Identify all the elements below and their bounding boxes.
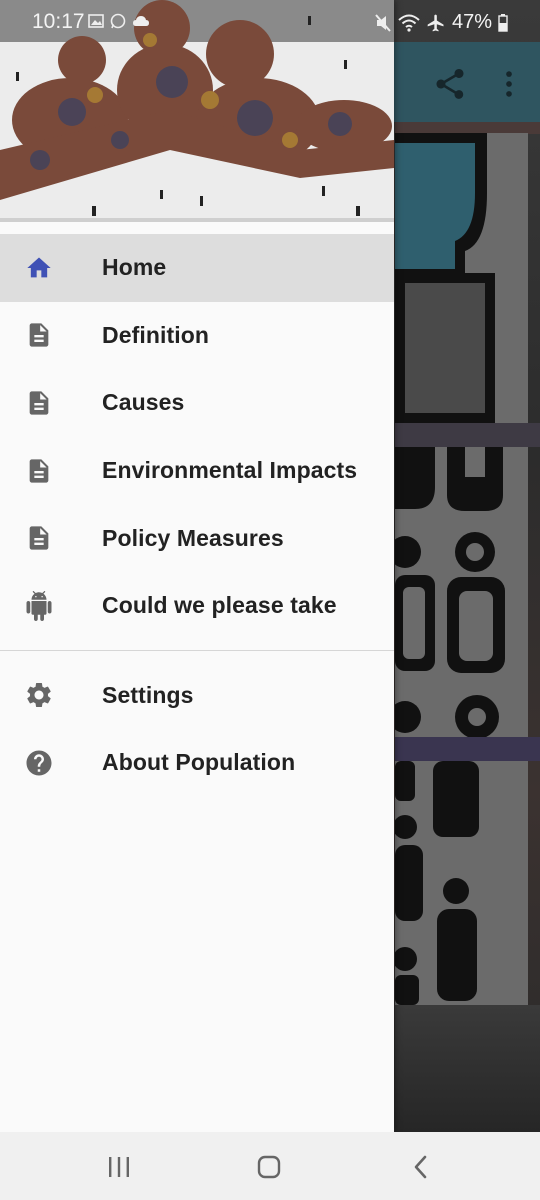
background-photo-strip (395, 1005, 540, 1132)
airplane-icon (426, 13, 446, 33)
back-button[interactable] (406, 1152, 436, 1182)
mute-icon (374, 13, 392, 33)
battery-level: 47% (451, 11, 492, 33)
nav-item-could-we-please-take[interactable]: Could we please take (0, 572, 394, 640)
whatsapp-icon (110, 13, 126, 29)
nav-item-environmental-impacts[interactable]: Environmental Impacts (0, 437, 394, 505)
nav-item-label: Settings (102, 681, 194, 708)
system-navigation-bar (0, 1132, 540, 1200)
nav-item-settings[interactable]: Settings (0, 662, 394, 730)
nav-item-about-population[interactable]: About Population (0, 729, 394, 797)
nav-item-definition[interactable]: Definition (0, 302, 394, 370)
gear-icon (24, 680, 54, 710)
cloud-icon (132, 13, 149, 29)
nav-item-label: Could we please take (102, 592, 337, 619)
nav-item-causes[interactable]: Causes (0, 369, 394, 437)
background-photo-strip (395, 423, 540, 447)
android-icon (24, 590, 54, 621)
more-vert-icon[interactable] (492, 66, 526, 102)
document-icon (24, 523, 54, 553)
navigation-drawer: Home Definition Causes Environmental Imp… (0, 0, 394, 1132)
battery-icon (498, 13, 508, 32)
share-icon[interactable] (432, 66, 468, 102)
nav-item-label: Home (102, 254, 167, 281)
recents-button[interactable] (104, 1152, 134, 1182)
nav-item-policy-measures[interactable]: Policy Measures (0, 504, 394, 572)
nav-item-home[interactable]: Home (0, 234, 394, 302)
background-photo-strip (395, 737, 540, 761)
notification-icons (88, 13, 149, 29)
nav-item-label: Definition (102, 321, 210, 348)
home-button[interactable] (254, 1152, 284, 1182)
home-icon (24, 253, 54, 283)
wifi-icon (398, 14, 420, 32)
nav-item-label: About Population (102, 749, 296, 776)
document-icon (24, 388, 54, 418)
system-status-icons: 47% (374, 11, 508, 34)
drawer-menu: Home Definition Causes Environmental Imp… (0, 234, 394, 797)
nav-item-label: Policy Measures (102, 524, 284, 551)
content-card[interactable] (395, 761, 528, 1005)
gallery-icon (88, 13, 104, 29)
content-card[interactable] (395, 447, 528, 737)
nav-item-label: Environmental Impacts (102, 457, 358, 484)
help-icon (24, 748, 54, 778)
document-icon (24, 456, 54, 486)
status-time: 10:17 (32, 10, 85, 33)
document-icon (24, 320, 54, 350)
content-card[interactable] (395, 133, 528, 423)
drawer-divider (0, 649, 394, 651)
status-bar: 10:17 47% (0, 0, 540, 42)
nav-item-label: Causes (102, 389, 185, 416)
